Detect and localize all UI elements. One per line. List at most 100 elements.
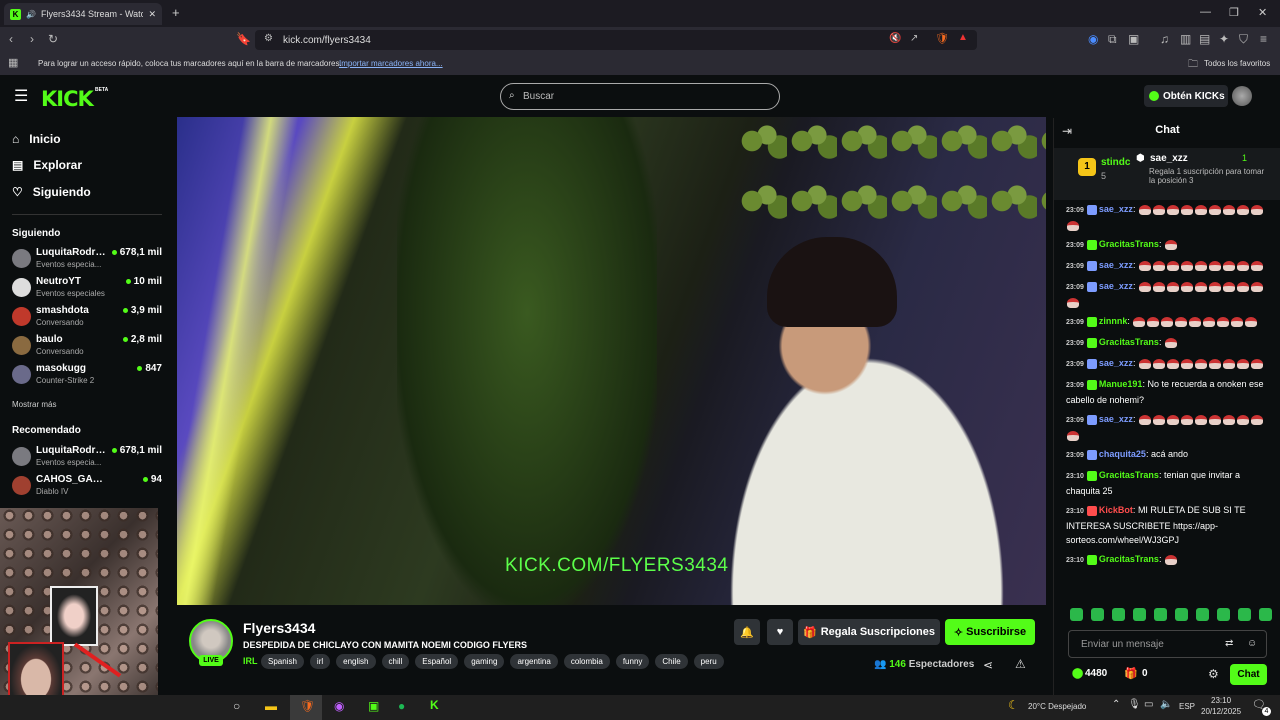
tag[interactable]: english [336, 654, 376, 669]
message-username[interactable]: sae_xzz [1099, 260, 1133, 270]
nav-inicio[interactable]: ⌂ Inicio [12, 132, 61, 146]
import-bookmarks-link[interactable]: Importar marcadores ahora... [339, 59, 443, 68]
follow-button[interactable]: ♥ [767, 619, 793, 645]
emote-button[interactable] [1196, 608, 1209, 621]
user-avatar[interactable] [1232, 86, 1252, 106]
brave-rewards-icon[interactable]: ▲ [958, 32, 968, 43]
language-indicator[interactable]: ESP [1179, 702, 1195, 711]
menu-icon[interactable]: ≡ [1260, 32, 1267, 46]
wallet-icon[interactable]: ▤ [1199, 32, 1210, 46]
weather-text[interactable]: 20°C Despejado [1028, 702, 1086, 711]
message-username[interactable]: Manue191 [1099, 379, 1143, 389]
minimize-button[interactable]: — [1200, 6, 1211, 18]
emoji-icon[interactable]: ☺ [1247, 638, 1257, 649]
leo-icon[interactable]: ◉ [1088, 32, 1098, 46]
emote-button[interactable] [1112, 608, 1125, 621]
rank-user[interactable]: stindc [1101, 157, 1130, 168]
media-icon[interactable]: ♫ [1160, 32, 1169, 46]
clock-time[interactable]: 23:10 [1211, 696, 1231, 705]
sidebar-item-luquita[interactable]: LuquitaRodri... Eventos especia... 678,1… [12, 247, 162, 273]
forward-icon[interactable]: › [30, 32, 34, 46]
extensions-icon[interactable]: ⧉ [1108, 32, 1117, 47]
sidebar-item-smashdota[interactable]: smashdota Conversando 3,9 mil [12, 305, 162, 331]
tag[interactable]: irl [309, 654, 331, 669]
brave-shield-icon[interactable]: 🛡 [935, 32, 949, 45]
vpn-icon[interactable]: ⛉ [1239, 32, 1248, 47]
tag[interactable]: Chile [655, 654, 688, 669]
gift-subs-button[interactable]: 🎁 Regala Suscripciones [798, 619, 940, 645]
chat-send-button[interactable]: Chat [1230, 664, 1267, 685]
message-username[interactable]: KickBot [1099, 505, 1133, 515]
message-username[interactable]: sae_xzz [1099, 281, 1133, 291]
video-player[interactable]: KICK.COM/FLYERS3434 [177, 117, 1046, 605]
gift-count[interactable]: 0 [1142, 668, 1148, 679]
sidebar-item-luquita-rec[interactable]: LuquitaRodri... Eventos especia... 678,1… [12, 445, 162, 471]
display-icon[interactable]: ▭ [1144, 699, 1153, 710]
mute-site-icon[interactable]: 🔇 [889, 33, 901, 44]
report-icon[interactable]: ⚠ [1015, 657, 1026, 671]
translate-icon[interactable]: ⇄ [1225, 638, 1233, 649]
reload-icon[interactable]: ↻ [48, 32, 58, 46]
search-input[interactable]: ⌕ Buscar [500, 83, 780, 110]
speaker-icon[interactable]: 🔈 [1160, 699, 1172, 710]
gifter-name[interactable]: sae_xzz [1150, 153, 1188, 164]
tag[interactable]: peru [693, 654, 724, 669]
close-window-button[interactable]: ✕ [1258, 6, 1267, 19]
browser-tab[interactable]: K 🔊 Flyers3434 Stream - Watch Li... ✕ [4, 3, 162, 25]
tag[interactable]: Español [415, 654, 459, 669]
tag[interactable]: gaming [464, 654, 505, 669]
obs-icon[interactable]: ◉ [334, 699, 344, 713]
ai-icon[interactable]: ✦ [1219, 32, 1229, 46]
tag[interactable]: colombia [563, 654, 610, 669]
sidebar-toggle-icon[interactable]: ▥ [1180, 32, 1191, 46]
back-icon[interactable]: ‹ [9, 32, 13, 46]
kick-logo[interactable]: KICK [41, 87, 94, 111]
message-username[interactable]: sae_xzz [1099, 358, 1133, 368]
streamer-name[interactable]: Flyers3434 [243, 620, 315, 636]
message-username[interactable]: zinnnk [1099, 316, 1128, 326]
sidebar-item-masokugg[interactable]: masokugg Counter-Strike 2 847 [12, 363, 162, 389]
kick-app-icon[interactable]: K [430, 698, 439, 712]
chat-input[interactable]: Enviar un mensaje ⇄ ☺ [1068, 630, 1267, 658]
nav-explorar[interactable]: ▤ Explorar [12, 158, 82, 172]
emote-button[interactable] [1175, 608, 1188, 621]
new-tab-button[interactable]: + [172, 5, 180, 20]
emote-button[interactable] [1217, 608, 1230, 621]
emote-button[interactable] [1154, 608, 1167, 621]
tag[interactable]: argentina [510, 654, 558, 669]
emote-button[interactable] [1091, 608, 1104, 621]
nav-siguiendo[interactable]: ♡ Siguiendo [12, 185, 91, 199]
tag[interactable]: funny [615, 654, 650, 669]
screenshot-icon[interactable]: ▣ [1128, 32, 1139, 46]
apps-grid-icon[interactable]: ▦ [8, 56, 18, 69]
file-explorer-icon[interactable]: ▬ [265, 699, 277, 713]
audio-icon[interactable]: 🔊 [26, 10, 36, 19]
message-username[interactable]: GracitasTrans [1099, 337, 1159, 347]
emote-button[interactable] [1238, 608, 1251, 621]
spotify-icon[interactable]: ● [398, 699, 405, 713]
message-username[interactable]: sae_xzz [1099, 414, 1133, 424]
message-username[interactable]: GracitasTrans [1099, 470, 1159, 480]
message-username[interactable]: sae_xzz [1099, 204, 1133, 214]
tag[interactable]: chill [381, 654, 410, 669]
bookmark-icon[interactable]: 🔖 [236, 32, 251, 46]
restore-button[interactable]: ❐ [1229, 6, 1239, 19]
mic-icon[interactable]: 🎙 [1128, 699, 1141, 710]
emote-button[interactable] [1259, 608, 1272, 621]
stream-category[interactable]: IRL [243, 656, 258, 666]
share-icon[interactable]: ↗ [910, 33, 918, 44]
tab-close-icon[interactable]: ✕ [148, 9, 156, 20]
sidebar-item-neutroyt[interactable]: NeutroYT Eventos especiales 10 mil [12, 276, 162, 302]
message-username[interactable]: chaquita25 [1099, 449, 1146, 459]
notification-bell-button[interactable]: 🔔 [734, 619, 760, 645]
tray-expand-icon[interactable]: ⌃ [1112, 699, 1120, 710]
show-more-link[interactable]: Mostrar más [12, 400, 56, 409]
search-circle-icon[interactable]: ○ [233, 699, 240, 713]
brave-icon[interactable]: 🛡 [300, 699, 315, 713]
emote-button[interactable] [1070, 608, 1083, 621]
get-kicks-button[interactable]: Obtén KICKs [1144, 85, 1228, 107]
tag[interactable]: Spanish [261, 654, 304, 669]
message-username[interactable]: GracitasTrans [1099, 554, 1159, 564]
emote-button[interactable] [1133, 608, 1146, 621]
site-info-icon[interactable]: ⚙ [264, 33, 273, 44]
